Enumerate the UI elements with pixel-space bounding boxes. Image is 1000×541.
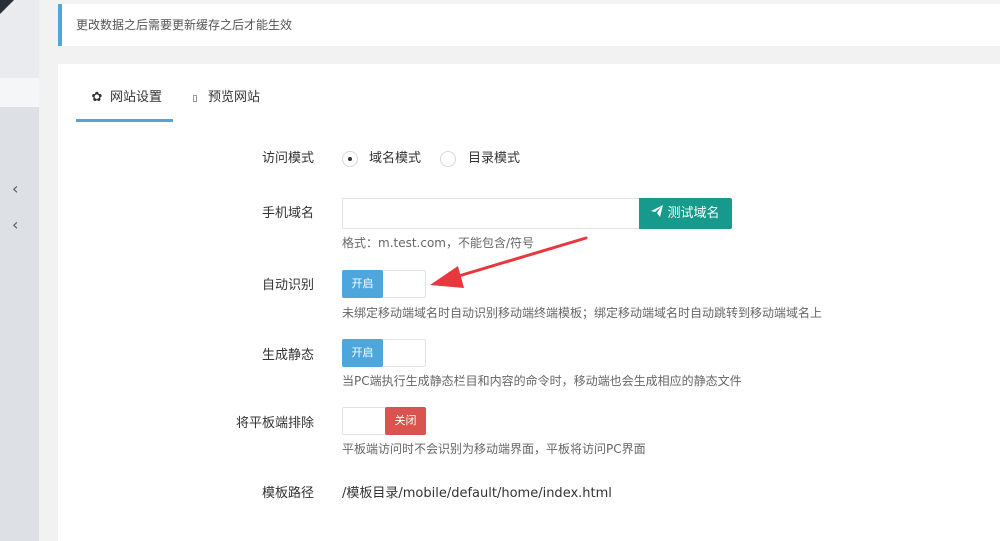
radio-directory-mode[interactable] (440, 151, 456, 167)
generate-static-switch[interactable]: 开启 (342, 339, 426, 367)
tab-site-settings[interactable]: ✿ 网站设置 (90, 88, 162, 122)
switch-off-label: 关闭 (385, 407, 426, 435)
mobile-domain-label: 手机域名 (261, 206, 314, 221)
exclude-tablet-switch[interactable]: 关闭 (342, 407, 426, 435)
chevron-left-icon[interactable]: ‹ (12, 217, 18, 233)
active-tab-indicator (76, 119, 173, 122)
send-icon (651, 198, 664, 229)
test-domain-button-label: 测试域名 (667, 206, 720, 221)
tab-preview-site[interactable]: ▯ 预览网站 (188, 88, 261, 122)
exclude-tablet-help: 平板端访问时不会识别为移动端界面，平板将访问PC界面 (342, 442, 646, 456)
template-path-label: 模板路径 (261, 486, 314, 501)
exclude-tablet-label: 将平板端排除 (235, 416, 314, 431)
notice-bar: 更改数据之后需要更新缓存之后才能生效 (58, 4, 1000, 46)
tab-label: 网站设置 (110, 90, 163, 105)
switch-on-label: 开启 (342, 270, 383, 298)
auto-detect-help: 未绑定移动端域名时自动识别移动端终端模板；绑定移动端域名时自动跳转到移动端域名上 (342, 306, 823, 320)
sidebar-active-item[interactable] (0, 78, 39, 107)
tab-label: 预览网站 (208, 90, 261, 105)
mobile-domain-input[interactable] (342, 198, 640, 229)
auto-detect-label: 自动识别 (261, 278, 314, 293)
switch-on-label: 开启 (342, 339, 383, 367)
monitor-icon: ▯ (192, 94, 198, 104)
generate-static-help: 当PC端执行生成静态栏目和内容的命令时，移动端也会生成相应的静态文件 (342, 374, 742, 388)
access-mode-label: 访问模式 (261, 151, 314, 166)
gear-icon: ✿ (91, 90, 103, 105)
radio-domain-mode-label[interactable]: 域名模式 (369, 149, 421, 169)
radio-directory-mode-label[interactable]: 目录模式 (468, 149, 520, 169)
template-path-value: /模板目录/mobile/default/home/index.html (342, 486, 612, 501)
chevron-left-icon[interactable]: ‹ (12, 181, 18, 197)
auto-detect-switch[interactable]: 开启 (342, 270, 426, 298)
sidebar-corner (0, 0, 14, 14)
generate-static-label: 生成静态 (261, 348, 314, 363)
radio-domain-mode[interactable] (342, 151, 358, 167)
settings-panel: ✿ 网站设置 ▯ 预览网站 访问模式 域名模式 目录模式 手机域名 测试域名 格式：… (58, 64, 1000, 541)
test-domain-button[interactable]: 测试域名 (639, 198, 732, 229)
mobile-domain-help: 格式：m.test.com，不能包含/符号 (342, 236, 535, 250)
notice-text: 更改数据之后需要更新缓存之后才能生效 (76, 18, 293, 32)
